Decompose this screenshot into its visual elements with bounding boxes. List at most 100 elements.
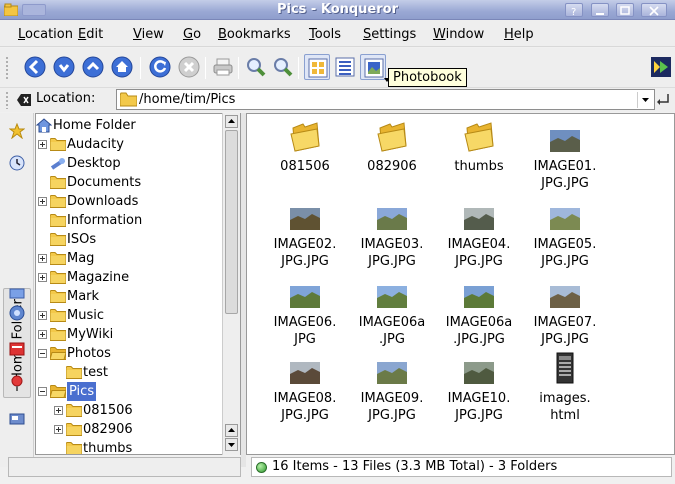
- file-item[interactable]: IMAGE04. JPG.JPG: [433, 196, 525, 270]
- go-button[interactable]: [656, 90, 672, 109]
- detail-view-button[interactable]: [332, 54, 358, 80]
- file-name-line: IMAGE03.: [360, 237, 424, 252]
- pushpin-icon[interactable]: [9, 375, 25, 391]
- expand-icon[interactable]: [38, 311, 47, 320]
- expand-icon[interactable]: [38, 197, 47, 206]
- menu-location[interactable]: Location: [18, 27, 73, 42]
- menu-edit[interactable]: Edit: [78, 27, 103, 42]
- folder-icon: [66, 423, 82, 436]
- locationbar-grip[interactable]: [5, 91, 9, 109]
- expand-icon[interactable]: [54, 425, 63, 434]
- tree-scrollbar[interactable]: [222, 113, 240, 455]
- reload-button[interactable]: [147, 54, 173, 80]
- file-item[interactable]: images. html: [519, 350, 611, 424]
- image-thumbnail: [464, 362, 494, 384]
- tooltip: Photobook: [388, 68, 467, 87]
- folder-icon: [50, 290, 66, 303]
- folder-tree[interactable]: Home Folder Audacity Desktop Documents Downl…: [35, 113, 241, 455]
- zoom-in-icon: [247, 58, 266, 77]
- print-button[interactable]: [210, 54, 236, 80]
- scroll-down-button[interactable]: [225, 438, 238, 451]
- forward-button[interactable]: [51, 54, 77, 80]
- scroll-up-button-bottom[interactable]: [225, 424, 238, 437]
- menu-go[interactable]: Go: [183, 27, 201, 42]
- media-icon[interactable]: [9, 411, 25, 427]
- tree-item-label: Pics: [67, 382, 97, 401]
- help-window-button[interactable]: ?: [565, 3, 583, 17]
- photobook-view-button[interactable]: [360, 54, 386, 80]
- folder-item[interactable]: 082906: [346, 118, 438, 175]
- menu-tools[interactable]: Tools: [309, 27, 341, 42]
- reload-icon: [149, 56, 171, 78]
- file-item[interactable]: IMAGE07. JPG.JPG: [519, 274, 611, 348]
- collapse-icon[interactable]: [38, 349, 47, 358]
- scrollbar-thumb[interactable]: [225, 130, 238, 314]
- title-bar[interactable]: Pics - Konqueror ?: [0, 0, 675, 20]
- menu-view[interactable]: View: [133, 27, 164, 42]
- minimize-button[interactable]: [591, 3, 609, 17]
- konqueror-logo-icon: [651, 57, 671, 77]
- expand-icon[interactable]: [54, 406, 63, 415]
- expand-icon[interactable]: [38, 330, 47, 339]
- clear-location-icon[interactable]: [17, 94, 31, 106]
- file-item[interactable]: IMAGE03. JPG.JPG: [346, 196, 438, 270]
- file-name-line: html: [550, 408, 580, 423]
- tree-item-label: test: [83, 365, 108, 380]
- toolbar-grip[interactable]: [5, 56, 9, 80]
- toolbar-separator: [140, 57, 141, 79]
- expand-icon[interactable]: [38, 254, 47, 263]
- file-item[interactable]: IMAGE10. JPG.JPG: [433, 350, 525, 424]
- file-item[interactable]: IMAGE01. JPG.JPG: [519, 118, 611, 192]
- network-icon[interactable]: [9, 305, 25, 321]
- file-item[interactable]: IMAGE08. JPG.JPG: [259, 350, 351, 424]
- folder-icon: [50, 176, 66, 189]
- file-item[interactable]: IMAGE05. JPG.JPG: [519, 196, 611, 270]
- file-item[interactable]: IMAGE06a .JPG.JPG: [433, 274, 525, 348]
- stop-button[interactable]: [176, 54, 202, 80]
- menu-settings[interactable]: Settings: [363, 27, 416, 42]
- file-name-line: JPG.JPG: [541, 332, 589, 347]
- expand-icon[interactable]: [38, 273, 47, 282]
- expand-icon[interactable]: [38, 140, 47, 149]
- file-name-line: IMAGE05.: [533, 237, 597, 252]
- status-indicator-icon[interactable]: [256, 462, 267, 473]
- up-button[interactable]: [80, 54, 106, 80]
- forward-arrow-icon: [53, 56, 75, 78]
- menu-window[interactable]: Window: [433, 27, 484, 42]
- icon-view-button[interactable]: [304, 54, 330, 80]
- image-thumbnail: [464, 208, 494, 230]
- history-clock-icon[interactable]: [9, 155, 25, 171]
- file-name-line: .JPG: [379, 332, 405, 347]
- menu-bookmarks[interactable]: Bookmarks: [218, 27, 291, 42]
- folder-icon: [50, 271, 66, 284]
- location-dropdown[interactable]: [637, 92, 651, 108]
- file-icon-view[interactable]: 081506 082906 thumbs IMAGE01. JPG.JPG IMAGE02…: [246, 113, 675, 455]
- folder-item[interactable]: 081506: [259, 118, 351, 175]
- file-name-line: JPG.JPG: [455, 408, 503, 423]
- file-item[interactable]: IMAGE06a .JPG: [346, 274, 438, 348]
- folder-icon: [50, 252, 66, 265]
- image-thumbnail: [550, 130, 580, 152]
- maximize-button[interactable]: [616, 3, 634, 17]
- tree-item-label: thumbs: [83, 441, 133, 455]
- close-button[interactable]: [641, 3, 667, 17]
- zoom-out-button[interactable]: [270, 54, 296, 80]
- collapse-icon[interactable]: [38, 387, 47, 396]
- menu-help[interactable]: Help: [504, 27, 534, 42]
- zoom-in-button[interactable]: [243, 54, 269, 80]
- services-icon[interactable]: [9, 341, 25, 357]
- image-thumbnail: [377, 286, 407, 308]
- image-thumbnail: [290, 208, 320, 230]
- file-name-line: JPG: [294, 332, 316, 347]
- file-item[interactable]: IMAGE02. JPG.JPG: [259, 196, 351, 270]
- scroll-up-button[interactable]: [225, 115, 238, 128]
- file-item[interactable]: IMAGE09. JPG.JPG: [346, 350, 438, 424]
- file-item[interactable]: IMAGE06. JPG: [259, 274, 351, 348]
- location-input[interactable]: /home/tim/Pics: [116, 89, 655, 110]
- folder-icon: [50, 195, 66, 208]
- up-arrow-icon: [82, 56, 104, 78]
- back-button[interactable]: [22, 54, 48, 80]
- folder-item[interactable]: thumbs: [433, 118, 525, 175]
- bookmarks-star-icon[interactable]: [9, 123, 25, 139]
- home-button[interactable]: [109, 54, 135, 80]
